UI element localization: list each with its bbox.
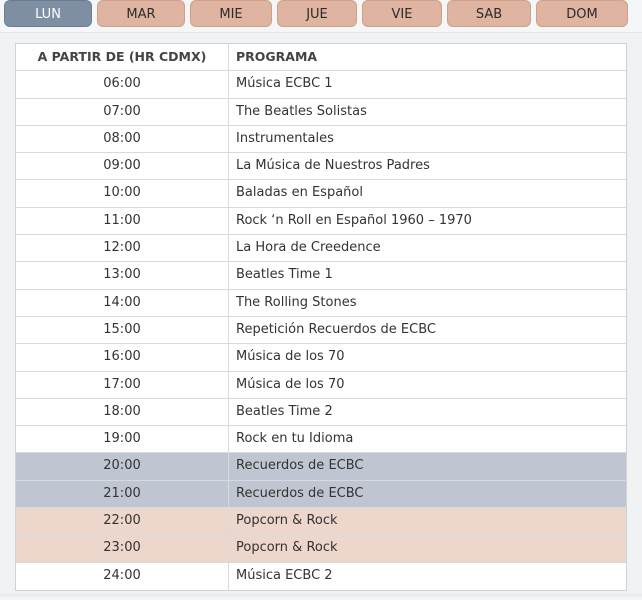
program-cell: Popcorn & Rock xyxy=(236,540,338,556)
time-cell: 16:00 xyxy=(16,344,229,371)
time-cell: 18:00 xyxy=(16,398,229,426)
table-row: 07:00 The Beatles Solistas xyxy=(16,98,626,126)
bottom-divider xyxy=(0,594,642,600)
program-cell: Música ECBC 1 xyxy=(236,76,333,92)
schedule-panel: A PARTIR DE (HR CDMX) PROGRAMA 06:00 Músi… xyxy=(0,32,642,594)
program-cell: Rock ‘n Roll en Español 1960 – 1970 xyxy=(236,212,472,228)
table-row: 15:00 Repetición Recuerdos de ECBC xyxy=(16,316,626,345)
table-row: 13:00 Beatles Time 1 xyxy=(16,262,626,290)
time-cell: 14:00 xyxy=(16,289,229,316)
tab-dom[interactable]: DOM xyxy=(536,0,628,27)
table-row: 11:00 Rock ‘n Roll en Español 1960 – 1970 xyxy=(16,207,626,236)
tab-sab[interactable]: SAB xyxy=(447,0,531,27)
header-program: PROGRAMA xyxy=(236,49,318,64)
table-row: 21:00 Recuerdos de ECBC xyxy=(16,480,626,509)
table-row: 23:00 Popcorn & Rock xyxy=(16,535,626,563)
time-cell: 07:00 xyxy=(16,98,229,125)
time-cell: 15:00 xyxy=(16,316,229,344)
table-row: 09:00 La Música de Nuestros Padres xyxy=(16,153,626,181)
table-row: 16:00 Música de los 70 xyxy=(16,344,626,372)
table-row: 10:00 Baladas en Español xyxy=(16,180,626,208)
program-cell: La Hora de Creedence xyxy=(236,240,381,256)
time-cell: 20:00 xyxy=(16,453,229,480)
program-cell: Música ECBC 2 xyxy=(236,567,333,583)
program-cell: Música de los 70 xyxy=(236,349,345,365)
time-cell: 13:00 xyxy=(16,262,229,289)
time-cell: 21:00 xyxy=(16,480,229,508)
program-cell: Beatles Time 2 xyxy=(236,403,333,419)
program-cell: Música de los 70 xyxy=(236,376,345,392)
time-cell: 06:00 xyxy=(16,71,229,98)
program-cell: La Música de Nuestros Padres xyxy=(236,158,430,174)
time-cell: 24:00 xyxy=(16,562,229,590)
program-cell: Beatles Time 1 xyxy=(236,267,333,283)
program-cell: The Rolling Stones xyxy=(236,294,357,310)
time-cell: 08:00 xyxy=(16,125,229,153)
tab-mie[interactable]: MIE xyxy=(190,0,272,27)
program-cell: Repetición Recuerdos de ECBC xyxy=(236,321,436,337)
time-cell: 22:00 xyxy=(16,508,229,535)
table-row: 12:00 La Hora de Creedence xyxy=(16,235,626,263)
header-time: A PARTIR DE (HR CDMX) xyxy=(16,44,229,71)
tab-vie[interactable]: VIE xyxy=(362,0,442,27)
time-cell: 23:00 xyxy=(16,535,229,562)
program-cell: Popcorn & Rock xyxy=(236,513,338,529)
time-cell: 17:00 xyxy=(16,371,229,398)
time-cell: 12:00 xyxy=(16,235,229,262)
table-row: 18:00 Beatles Time 2 xyxy=(16,398,626,427)
program-cell: The Beatles Solistas xyxy=(236,103,367,119)
table-row: 20:00 Recuerdos de ECBC xyxy=(16,453,626,481)
time-cell: 09:00 xyxy=(16,153,229,180)
table-header-row: A PARTIR DE (HR CDMX) PROGRAMA xyxy=(16,44,626,72)
tab-lun[interactable]: LUN xyxy=(4,0,92,27)
program-cell: Recuerdos de ECBC xyxy=(236,485,364,501)
table-row: 24:00 Música ECBC 2 xyxy=(16,562,626,590)
program-cell: Baladas en Español xyxy=(236,185,363,201)
table-body: 06:00 Música ECBC 1 07:00 The Beatles Solis… xyxy=(16,71,626,590)
table-row: 19:00 Rock en tu Idioma xyxy=(16,426,626,454)
table-row: 06:00 Música ECBC 1 xyxy=(16,71,626,99)
time-cell: 10:00 xyxy=(16,180,229,207)
schedule-table: A PARTIR DE (HR CDMX) PROGRAMA 06:00 Músi… xyxy=(15,43,627,591)
schedule-page: LUN MAR MIE JUE VIE SAB DOM A PARTIR DE … xyxy=(0,0,642,600)
table-row: 17:00 Música de los 70 xyxy=(16,371,626,399)
table-row: 14:00 The Rolling Stones xyxy=(16,289,626,317)
program-cell: Rock en tu Idioma xyxy=(236,431,354,447)
day-tabs: LUN MAR MIE JUE VIE SAB DOM xyxy=(4,0,642,28)
tab-jue[interactable]: JUE xyxy=(277,0,357,27)
program-cell: Instrumentales xyxy=(236,130,334,146)
time-cell: 19:00 xyxy=(16,426,229,453)
program-cell: Recuerdos de ECBC xyxy=(236,458,364,474)
time-cell: 11:00 xyxy=(16,207,229,235)
table-row: 22:00 Popcorn & Rock xyxy=(16,508,626,536)
table-row: 08:00 Instrumentales xyxy=(16,125,626,154)
tab-mar[interactable]: MAR xyxy=(97,0,185,27)
